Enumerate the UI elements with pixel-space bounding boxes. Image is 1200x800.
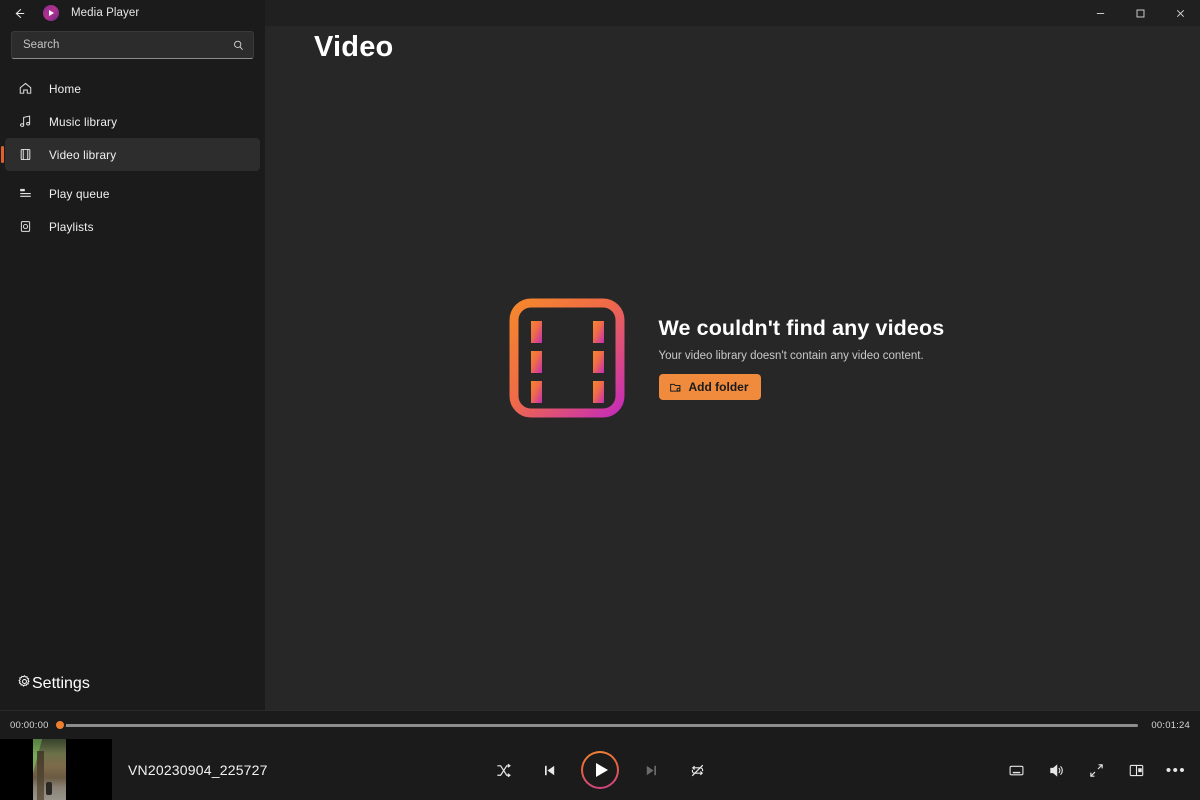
sidebar-item-playlists[interactable]: Playlists [5,210,260,243]
sidebar-item-video-library[interactable]: Video library [1,138,260,171]
queue-list-icon [17,185,34,202]
total-time-label: 00:01:24 [1151,719,1190,731]
close-button[interactable] [1160,0,1200,26]
add-folder-label: Add folder [688,380,749,394]
home-icon [17,80,34,97]
repeat-button[interactable] [683,756,711,784]
sidebar: Home Music library [0,0,265,710]
empty-state: We couldn't find any videos Your video l… [265,26,1200,710]
seek-row: 00:00:00 00:01:24 [0,711,1200,739]
now-playing: VN20230904_225727 [0,739,268,800]
captions-icon[interactable] [1002,756,1030,784]
video-thumbnail[interactable] [0,739,112,800]
previous-button[interactable] [535,756,563,784]
search-box[interactable] [11,31,254,59]
sidebar-item-label: Playlists [49,219,94,234]
media-player-icon [43,5,59,21]
player-bar: 00:00:00 00:01:24 VN20230904_225727 ••• [0,710,1200,800]
seek-slider[interactable] [54,719,1138,731]
miniplayer-icon[interactable] [1122,756,1150,784]
add-folder-icon [669,381,682,394]
sidebar-item-music-library[interactable]: Music library [5,105,260,138]
volume-icon[interactable] [1042,756,1070,784]
empty-state-heading: We couldn't find any videos [658,316,945,340]
music-note-icon [17,113,34,130]
player-right-controls: ••• [1002,739,1190,800]
sidebar-item-home[interactable]: Home [5,72,260,105]
sidebar-nav: Home Music library Video library Play qu… [0,72,265,243]
current-time-label: 00:00:00 [10,719,49,731]
thumbnail-image [33,739,66,800]
add-folder-button[interactable]: Add folder [658,374,761,400]
title-bar: Media Player [0,0,1200,26]
now-playing-title: VN20230904_225727 [128,762,268,778]
shuffle-button[interactable] [489,756,517,784]
media-player-window: Media Player Search Home Music library V… [0,0,1200,800]
sidebar-item-label: Video library [49,147,117,162]
sidebar-item-label: Home [49,81,82,96]
play-icon [595,763,608,777]
minimize-button[interactable] [1080,0,1120,26]
ellipsis-glyph: ••• [1165,761,1187,779]
ellipsis-icon[interactable]: ••• [1162,756,1190,784]
back-button[interactable] [0,0,38,26]
video-frame-icon [17,146,34,163]
play-button[interactable] [581,751,619,789]
thumbnail-detail [46,782,52,795]
sidebar-item-play-queue[interactable]: Play queue [5,177,260,210]
control-row: VN20230904_225727 ••• [0,739,1200,800]
empty-state-subtext: Your video library doesn't contain any v… [658,350,924,362]
expand-icon[interactable] [1082,756,1110,784]
next-button[interactable] [637,756,665,784]
sidebar-item-label: Play queue [49,186,110,201]
gear-icon [17,674,32,694]
search-input[interactable] [23,39,232,51]
maximize-button[interactable] [1120,0,1160,26]
app-title: Media Player [71,7,140,19]
window-controls [1080,0,1200,26]
playlist-icon [17,218,34,235]
sidebar-item-label: Settings [32,674,90,692]
sidebar-item-settings[interactable]: Settings [5,667,260,700]
empty-state-text: We couldn't find any videos Your video l… [658,316,959,400]
seek-thumb[interactable] [54,719,66,731]
film-strip-icon [507,293,627,423]
search-icon [232,39,245,52]
main-content: Video We couldn't find any videos Your v… [265,26,1200,710]
sidebar-item-label: Music library [49,114,118,129]
